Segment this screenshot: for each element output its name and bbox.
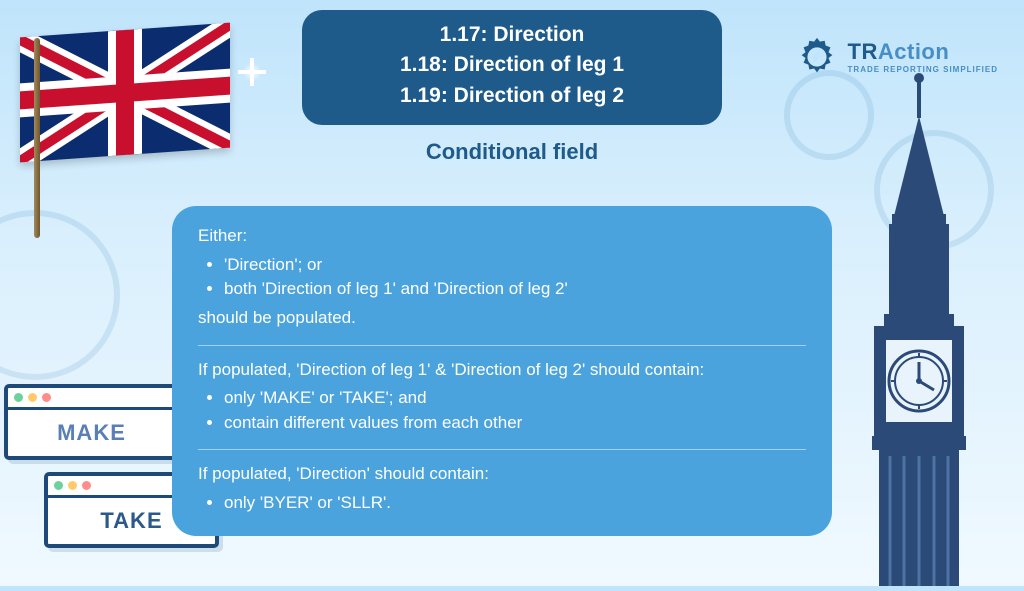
logo-gear-icon: [794, 34, 840, 80]
section-1-outro: should be populated.: [198, 306, 806, 331]
section-2: If populated, 'Direction of leg 1' & 'Di…: [198, 358, 806, 436]
section-3-intro: If populated, 'Direction' should contain…: [198, 462, 806, 487]
flag-pole: [34, 38, 40, 238]
section-2-bullet-2: contain different values from each other: [224, 411, 806, 436]
section-3: If populated, 'Direction' should contain…: [198, 462, 806, 515]
title-line-2: 1.18: Direction of leg 1: [322, 50, 702, 80]
title-box: 1.17: Direction 1.18: Direction of leg 1…: [302, 10, 722, 125]
section-1-intro: Either:: [198, 224, 806, 249]
traffic-light-icon: [14, 393, 23, 402]
window-titlebar: [8, 388, 175, 410]
title-line-3: 1.19: Direction of leg 2: [322, 81, 702, 111]
section-2-intro: If populated, 'Direction of leg 1' & 'Di…: [198, 358, 806, 383]
section-1-bullet-2: both 'Direction of leg 1' and 'Direction…: [224, 277, 806, 302]
logo-text: TRAction: [848, 41, 998, 63]
rules-card: Either: 'Direction'; or both 'Direction …: [172, 206, 832, 536]
section-1: Either: 'Direction'; or both 'Direction …: [198, 224, 806, 331]
section-2-bullet-1: only 'MAKE' or 'TAKE'; and: [224, 386, 806, 411]
traffic-light-icon: [68, 481, 77, 490]
traffic-light-icon: [54, 481, 63, 490]
big-ben-illustration: [834, 66, 1004, 586]
divider: [198, 449, 806, 450]
flag-body: [20, 23, 230, 163]
logo-text-part-b: Action: [878, 39, 949, 64]
traffic-light-icon: [82, 481, 91, 490]
window-make-label: MAKE: [8, 410, 175, 456]
logo-text-part-a: TR: [848, 39, 878, 64]
bg-gear-icon: [0, 210, 120, 380]
section-1-bullet-1: 'Direction'; or: [224, 253, 806, 278]
traffic-light-icon: [42, 393, 51, 402]
title-line-1: 1.17: Direction: [322, 20, 702, 50]
traffic-light-icon: [28, 393, 37, 402]
sparkle-icon: [238, 58, 266, 86]
section-3-bullet-1: only 'BYER' or 'SLLR'.: [224, 491, 806, 516]
window-make: MAKE: [4, 384, 179, 460]
divider: [198, 345, 806, 346]
uk-flag: [20, 30, 230, 155]
